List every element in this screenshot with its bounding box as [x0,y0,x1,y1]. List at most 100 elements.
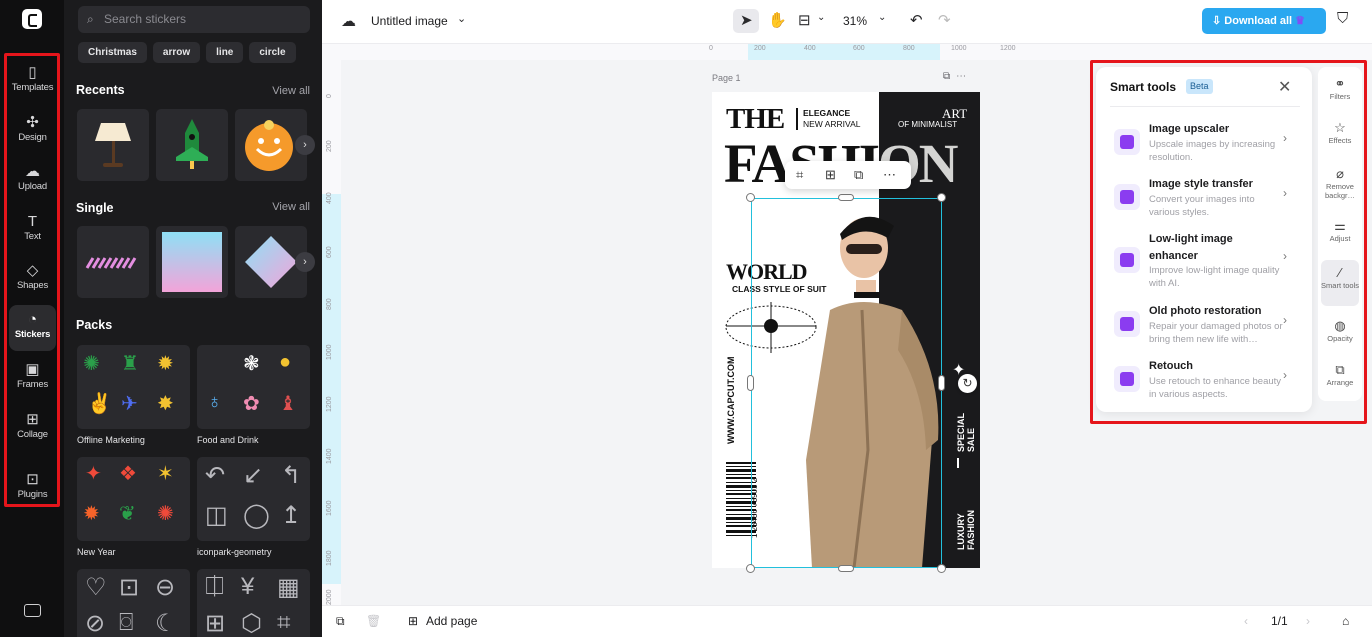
previous-page-icon[interactable]: ‹ [1244,614,1248,628]
search-input[interactable]: ⌕ Search stickers [78,6,310,33]
pack-outline-icons-b[interactable]: ⎅ ¥ ▦ ⊞ ⬡ ⌗ [197,569,310,637]
recents-view-all[interactable]: View all [272,85,310,97]
chevron-down-icon[interactable]: ⌄ [817,12,825,23]
pack-offline-marketing[interactable]: ✺ ♜ ✹ ✌ ✈ ✸ [77,345,190,429]
shield-icon[interactable]: ⛉ [1337,10,1348,27]
stickers-panel: ⌕ Search stickers Christmas arrow line circl… [64,0,322,637]
pack-sticker-icon: ↰ [281,462,302,489]
sticker-lamp[interactable] [77,109,149,181]
pack-food-and-drink[interactable]: ❃ ● ♁ ✿ ♝ [197,345,310,429]
download-all-button[interactable]: ⇩ Download all ♛ [1202,8,1326,34]
pack-iconpark-geometry[interactable]: ↶ ↙ ↰ ◫ ◯ ↥ [197,457,310,541]
pack-sticker-icon: ✺ [157,503,174,525]
resize-handle-bottom[interactable] [838,565,854,572]
chip-line[interactable]: line [206,42,244,63]
ruler-tick: 0 [709,45,713,52]
heart-icon: ♡ [85,574,107,601]
keyboard-shortcuts-icon[interactable] [24,604,41,617]
poster-side-divider [957,458,959,468]
pack-label: iconpark-geometry [197,547,272,557]
floating-toolbar: ⌗ ⊞ ⧉ ⋯ [785,161,911,189]
scan-icon: ⌗ [277,609,291,636]
pack-label: Food and Drink [197,435,259,445]
lamp-icon [95,123,131,167]
chip-christmas[interactable]: Christmas [78,42,147,63]
replace-icon[interactable]: ⊞ [825,167,836,183]
sticker-stripes[interactable] [77,226,149,298]
single-next-button[interactable]: › [295,252,315,272]
pack-sticker-icon: ❦ [119,503,136,525]
document-title[interactable]: Untitled image [371,14,448,28]
pack-sticker-icon: ↙ [243,462,264,489]
selection-box[interactable] [751,198,942,568]
chevron-down-icon[interactable]: ⌄ [457,12,466,25]
rotate-icon[interactable]: ↻ [958,374,977,393]
recents-next-button[interactable]: › [295,135,315,155]
more-icon[interactable]: ⋯ [883,167,896,183]
resize-handle-tr[interactable] [937,193,946,202]
chip-row: Christmas arrow line circle [78,42,302,63]
single-view-all[interactable]: View all [272,201,310,213]
chevron-down-icon[interactable]: ⌄ [878,12,886,23]
pack-sticker-icon: ✦ [85,463,102,485]
poster-website: WWW.CAPCUT.COM [726,356,736,445]
cube-icon: ⬡ [241,610,262,637]
pack-sticker-icon: ♜ [121,353,139,375]
add-page-icon[interactable]: ⊞ [408,614,418,628]
ruler-tick: 200 [326,140,333,152]
image-icon: ⊡ [119,574,140,601]
resize-handle-top[interactable] [838,194,854,201]
trash-icon[interactable]: 🗑 [366,614,381,628]
poster-new-arrival: NEW ARRIVAL [803,119,861,129]
search-icon: ⌕ [87,12,94,26]
resize-handle-right[interactable] [938,375,945,391]
sticker-rocket[interactable] [156,109,228,181]
ruler-tick: 200 [754,45,766,52]
collapse-pages-icon[interactable]: ⌂ [1342,614,1349,628]
poster-of-minimalist: OF MINIMALIST [898,120,958,129]
pack-sticker-icon: ↶ [205,462,226,489]
poster-divider [796,108,798,130]
cloud-save-icon[interactable]: ☁ [341,12,356,30]
bottom-bar: ⧉ 🗑 ⊞ Add page ‹ 1/1 › ⌂ [322,605,1372,637]
resize-handle-br[interactable] [937,564,946,573]
pack-sticker-icon: ✸ [157,393,174,415]
packs-title: Packs [76,318,113,332]
resize-handle-tl[interactable] [746,193,755,202]
redo-icon[interactable]: ↷ [938,11,951,29]
layout-icon[interactable]: ⊟ [798,11,811,29]
calendar-icon: ▦ [277,574,300,601]
ruler-tick: 600 [326,246,333,258]
poster-special-sale: SPECIAL SALE [956,413,976,452]
add-page-button[interactable]: Add page [426,614,477,628]
sticker-stamp[interactable] [156,226,228,298]
ruler-tick: 1000 [326,344,333,360]
ruler-tick: 1200 [1000,45,1016,52]
ruler-tick: 1600 [326,500,333,516]
pack-sticker-icon: ✺ [83,353,100,375]
next-page-icon[interactable]: › [1306,614,1310,628]
page-actions[interactable]: ⧉⋯ [943,71,972,82]
resize-handle-bl[interactable] [746,564,755,573]
pack-outline-icons-a[interactable]: ♡ ⊡ ⊖ ⊘ ⌼ ☾ [77,569,190,637]
zoom-out-icon: ⊖ [155,574,176,601]
crop-icon[interactable]: ⌗ [796,167,803,183]
zoom-level[interactable]: 31% [843,14,867,28]
page-counter: 1/1 [1271,614,1288,628]
ruler-tick: 400 [804,45,816,52]
pack-new-year[interactable]: ✦ ❖ ✶ ✹ ❦ ✺ [77,457,190,541]
undo-icon[interactable]: ↶ [910,11,923,29]
moon-icon: ☾ [155,610,177,637]
capcut-logo[interactable] [22,9,42,29]
resize-handle-left[interactable] [747,375,754,391]
hand-icon[interactable]: ✋ [768,11,787,29]
duplicate-icon[interactable]: ⧉ [854,167,863,183]
duplicate-page-icon[interactable]: ⧉ [336,614,345,629]
stripes-icon [85,257,137,269]
pack-sticker-icon: ✿ [243,393,260,415]
chip-arrow[interactable]: arrow [152,42,201,63]
chip-circle[interactable]: circle [249,42,296,63]
ruler-tick: 0 [326,94,333,98]
pack-sticker-icon: ✈ [121,393,138,415]
pointer-icon: ➤ [740,12,753,29]
